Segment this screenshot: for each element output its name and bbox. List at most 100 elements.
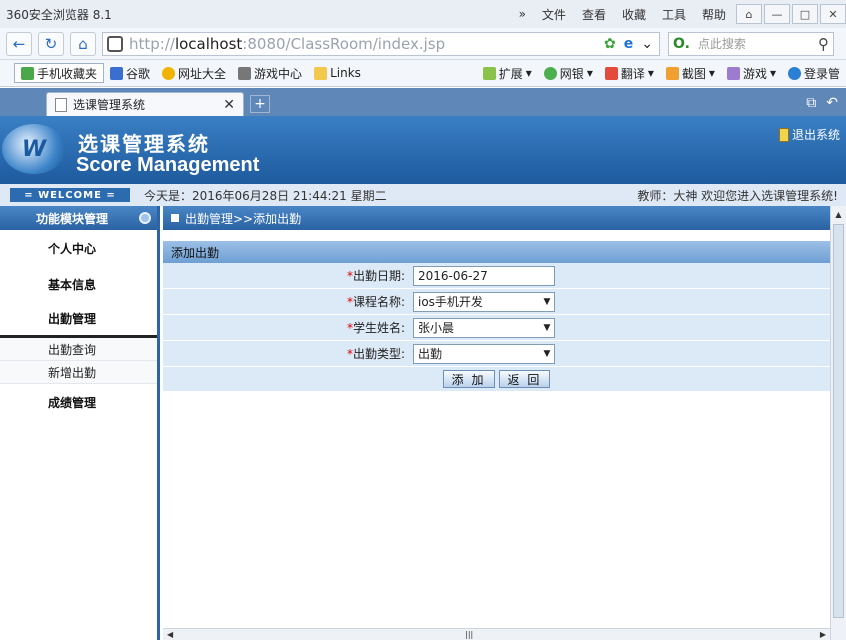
attendance-date-input[interactable]: 2016-06-27: [413, 265, 555, 286]
sidebar-subitem-add-attendance[interactable]: 新增出勤: [0, 361, 157, 384]
search-engine-icon[interactable]: O.: [673, 36, 690, 52]
add-tab-icon[interactable]: +: [250, 95, 270, 113]
fav-links[interactable]: Links: [308, 66, 367, 80]
sidebar-toggle-icon[interactable]: [139, 212, 151, 224]
tab-tools: ⧉ ↶: [806, 95, 838, 111]
teacher-greeting: 教师：大神 欢迎您进入选课管理系统!: [637, 188, 838, 203]
fav-google[interactable]: 谷歌: [104, 65, 156, 82]
fav-translate[interactable]: 翻译 ▾: [599, 65, 660, 82]
form-row-type: *出勤类型: 出勤 ▼: [163, 341, 830, 367]
fav-games[interactable]: 游戏中心: [232, 65, 308, 82]
window-close-button[interactable]: ✕: [820, 4, 846, 24]
undo-close-icon[interactable]: ↶: [826, 95, 838, 111]
vertical-scrollbar[interactable]: ▲: [830, 206, 846, 640]
fav-sites[interactable]: 网址大全: [156, 65, 232, 82]
scroll-left-icon[interactable]: ◀: [167, 630, 173, 639]
chevron-down-icon[interactable]: ⌄: [641, 36, 653, 52]
sidebar-item-basic-info[interactable]: 基本信息: [0, 266, 157, 302]
student-select[interactable]: 张小晨 ▼: [413, 317, 555, 338]
sidebar-heading: 功能模块管理: [0, 206, 157, 230]
home-icon[interactable]: ⌂: [70, 31, 96, 56]
tab-course-system[interactable]: 选课管理系统 ✕: [46, 92, 244, 116]
menu-help[interactable]: 帮助: [694, 6, 734, 23]
close-icon[interactable]: ✕: [223, 97, 235, 113]
site-title-en: Score Management: [76, 154, 260, 176]
shield-icon: [107, 35, 123, 52]
sidebar: 功能模块管理 个人中心 基本信息 出勤管理 出勤查询 新增出勤 成绩管理: [0, 206, 160, 640]
chevron-down-icon: ▼: [543, 348, 551, 359]
tab-list-icon[interactable]: ⧉: [806, 95, 816, 111]
menu-file[interactable]: 文件: [534, 6, 574, 23]
welcome-tag: = WELCOME =: [10, 188, 130, 202]
fav-extensions[interactable]: 扩展 ▾: [477, 65, 538, 82]
sidebar-item-grades[interactable]: 成绩管理: [0, 384, 157, 420]
favorites-bar: 手机收藏夹 谷歌 网址大全 游戏中心 Links 扩展 ▾ 网银 ▾ 翻译 ▾ …: [0, 60, 846, 87]
ie-mode-icon[interactable]: e: [624, 36, 634, 52]
back-icon[interactable]: ←: [6, 31, 32, 56]
scroll-grip[interactable]: |||: [465, 630, 473, 639]
add-button[interactable]: 添 加: [442, 370, 495, 388]
menu-view[interactable]: 查看: [574, 6, 614, 23]
menu-more[interactable]: »: [511, 7, 534, 21]
search-icon[interactable]: ⚲: [818, 35, 833, 53]
back-button[interactable]: 返 回: [498, 370, 551, 388]
form-row-course: *课程名称: ios手机开发 ▼: [163, 289, 830, 315]
sidebar-item-personal[interactable]: 个人中心: [0, 230, 157, 266]
course-select[interactable]: ios手机开发 ▼: [413, 291, 555, 312]
form-row-student: *学生姓名: 张小晨 ▼: [163, 315, 830, 341]
compat-mode-icon[interactable]: ✿: [604, 36, 616, 52]
sidebar-subitem-attendance-query[interactable]: 出勤查询: [0, 338, 157, 361]
main-content: 出勤管理>>添加出勤 添加出勤 *出勤日期: 2016-06-27 *课程名称:…: [163, 206, 846, 640]
game-icon: [726, 66, 740, 80]
form-title: 添加出勤: [163, 241, 830, 263]
google-icon: [110, 66, 124, 80]
scissors-icon: [665, 66, 679, 80]
tab-title: 选课管理系统: [73, 98, 146, 112]
horizontal-scrollbar[interactable]: ◀ ||| ▶: [163, 628, 830, 640]
minimize-button[interactable]: —: [764, 4, 790, 24]
translate-icon: [604, 66, 618, 80]
logout-link[interactable]: 退出系统: [778, 126, 840, 143]
folder-icon: [314, 66, 328, 80]
tab-bar: 选课管理系统 ✕ + ⧉ ↶: [0, 88, 846, 116]
skin-button[interactable]: ⌂: [736, 4, 762, 24]
browser-menu: » 文件 查看 收藏 工具 帮助 ⌂ — □ ✕: [511, 4, 846, 24]
fav-game[interactable]: 游戏 ▾: [721, 65, 782, 82]
form-actions: 添 加 返 回: [163, 367, 830, 391]
search-input[interactable]: O. 点此搜索 ⚲: [668, 31, 834, 56]
sidebar-item-attendance[interactable]: 出勤管理: [0, 302, 157, 338]
scroll-thumb[interactable]: [833, 224, 844, 618]
field-label: *出勤日期:: [346, 269, 405, 283]
menu-tools[interactable]: 工具: [654, 6, 694, 23]
current-datetime: 今天是：2016年06月28日 21:44:21 星期二: [144, 188, 387, 203]
site-banner: W 选课管理系统 Score Management 退出系统: [0, 116, 846, 184]
chevron-down-icon: ▼: [543, 322, 551, 333]
fav-bank[interactable]: 网银 ▾: [538, 65, 599, 82]
logout-icon: [778, 127, 789, 142]
page-icon: [55, 97, 67, 112]
form-row-date: *出勤日期: 2016-06-27: [163, 263, 830, 289]
breadcrumb: 出勤管理>>添加出勤: [163, 206, 846, 230]
logo: W: [2, 124, 66, 174]
field-label: *学生姓名:: [346, 321, 405, 335]
fav-screenshot[interactable]: 截图 ▾: [660, 65, 721, 82]
address-toolbar: ← ↻ ⌂ http://localhost:8080/ClassRoom/in…: [0, 28, 846, 60]
puzzle-icon: [482, 66, 496, 80]
globe-icon: [162, 66, 176, 80]
fav-login[interactable]: 登录管: [782, 65, 846, 82]
chevron-down-icon: ▼: [543, 296, 551, 307]
fav-mobile[interactable]: 手机收藏夹: [14, 63, 105, 83]
search-placeholder: 点此搜索: [697, 37, 746, 51]
scroll-right-icon[interactable]: ▶: [820, 630, 826, 639]
url-text: http://localhost:8080/ClassRoom/index.js…: [129, 34, 446, 53]
refresh-icon[interactable]: ↻: [38, 31, 64, 56]
url-actions: ✿ e ⌄: [604, 36, 659, 52]
scroll-up-icon[interactable]: ▲: [831, 206, 846, 222]
site-title-cn: 选课管理系统: [78, 132, 210, 156]
menu-favorites[interactable]: 收藏: [614, 6, 654, 23]
attendance-type-select[interactable]: 出勤 ▼: [413, 343, 555, 364]
field-label: *出勤类型:: [346, 347, 405, 361]
url-field[interactable]: http://localhost:8080/ClassRoom/index.js…: [102, 31, 660, 56]
phone-icon: [21, 66, 34, 80]
maximize-button[interactable]: □: [792, 4, 818, 24]
